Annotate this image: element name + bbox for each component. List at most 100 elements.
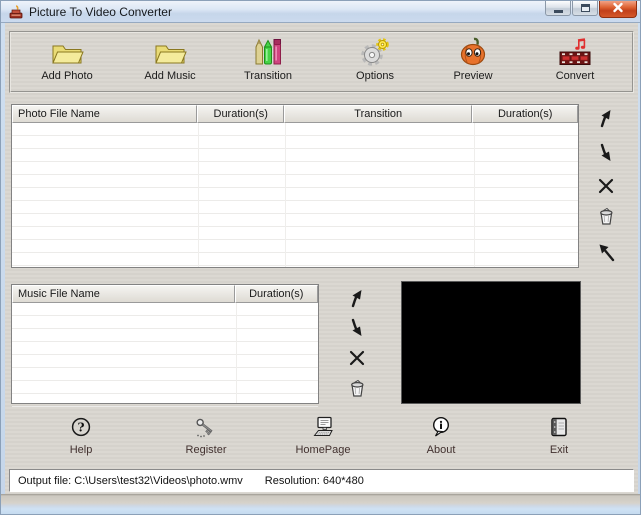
list-row: [12, 188, 578, 201]
folder-icon: [50, 36, 84, 68]
status-output-file: Output file: C:\Users\test32\Videos\phot…: [18, 475, 243, 487]
list-row: [12, 303, 318, 316]
column-separator: [198, 123, 199, 267]
list-row: [12, 214, 578, 227]
photo-move-top-button[interactable]: [594, 241, 618, 265]
exit-button[interactable]: Exit: [513, 415, 605, 467]
list-row: [12, 175, 578, 188]
titlebar[interactable]: Picture To Video Converter: [1, 1, 640, 23]
column-separator: [474, 123, 475, 267]
maximize-button[interactable]: [572, 1, 598, 16]
gears-icon: [359, 36, 391, 68]
photo-move-up-button[interactable]: [594, 107, 618, 131]
list-row: [12, 253, 578, 266]
command-label: Help: [70, 444, 93, 456]
help-button[interactable]: ? Help: [35, 415, 127, 467]
add-music-button[interactable]: Add Music: [128, 36, 212, 88]
column-header[interactable]: Duration(s): [197, 105, 284, 123]
list-row: [12, 149, 578, 162]
folder-icon: [153, 36, 187, 68]
app-window: Picture To Video Converter: [0, 0, 641, 515]
list-row: [12, 201, 578, 214]
delete-x-icon: [595, 175, 617, 200]
command-label: HomePage: [295, 444, 350, 456]
toolbar-label: Transition: [244, 70, 292, 82]
command-label: Exit: [550, 444, 568, 456]
add-photo-button[interactable]: Add Photo: [25, 36, 109, 88]
music-list: Music File Name Duration(s): [11, 284, 319, 404]
column-header[interactable]: Duration(s): [472, 105, 578, 123]
photo-delete-button[interactable]: [594, 175, 618, 199]
list-row: [12, 381, 318, 394]
pumpkin-icon: [457, 36, 489, 68]
command-label: About: [427, 444, 456, 456]
photo-list-header: Photo File Name Duration(s) Transition D…: [12, 105, 578, 123]
transition-button[interactable]: Transition: [226, 36, 310, 88]
about-button[interactable]: About: [395, 415, 487, 467]
list-row: [12, 136, 578, 149]
status-resolution: Resolution: 640*480: [265, 475, 364, 487]
music-delete-button[interactable]: [345, 347, 369, 371]
photo-list: Photo File Name Duration(s) Transition D…: [11, 104, 579, 268]
column-header[interactable]: Music File Name: [12, 285, 235, 303]
photo-move-down-button[interactable]: [594, 142, 618, 166]
toolbar: Add Photo Add Music: [9, 31, 634, 93]
list-row: [12, 394, 318, 407]
list-row: [12, 329, 318, 342]
convert-button[interactable]: Convert: [533, 36, 617, 88]
minimize-button[interactable]: [545, 1, 571, 16]
trash-icon: [595, 205, 617, 230]
toolbar-label: Convert: [556, 70, 595, 82]
book-icon: [548, 415, 570, 439]
close-icon: [612, 2, 624, 16]
list-row: [12, 123, 578, 136]
filmstrip-note-icon: [558, 36, 592, 68]
minimize-icon: [554, 10, 563, 13]
music-list-header: Music File Name Duration(s): [12, 285, 318, 303]
window-title: Picture To Video Converter: [29, 5, 172, 19]
close-button[interactable]: [599, 1, 637, 18]
trash-icon: [346, 377, 368, 402]
toolbar-label: Add Music: [144, 70, 195, 82]
list-row: [12, 240, 578, 253]
music-move-down-button[interactable]: [345, 317, 369, 341]
register-button[interactable]: Register: [160, 415, 252, 467]
computer-icon: [311, 415, 335, 439]
options-button[interactable]: Options: [333, 36, 417, 88]
music-move-up-button[interactable]: [345, 287, 369, 311]
delete-x-icon: [346, 347, 368, 372]
arrow-up-left-icon: [595, 241, 617, 266]
column-header[interactable]: Transition: [284, 105, 472, 123]
arrow-up-icon: [346, 287, 368, 312]
list-row: [12, 342, 318, 355]
column-header[interactable]: Duration(s): [235, 285, 318, 303]
client-area: Add Photo Add Music: [5, 23, 638, 494]
column-header[interactable]: Photo File Name: [12, 105, 197, 123]
window-frame-bottom: [1, 494, 640, 515]
toolbar-label: Options: [356, 70, 394, 82]
toolbar-label: Preview: [453, 70, 492, 82]
crayons-icon: [253, 36, 283, 68]
column-separator: [285, 123, 286, 267]
column-separator: [236, 303, 237, 403]
toolbar-label: Add Photo: [41, 70, 92, 82]
list-row: [12, 227, 578, 240]
info-balloon-icon: [430, 415, 452, 439]
photo-list-body[interactable]: [12, 123, 578, 267]
app-icon: [8, 4, 24, 20]
arrow-down-icon: [346, 317, 368, 342]
homepage-button[interactable]: HomePage: [277, 415, 369, 467]
question-circle-icon: ?: [70, 415, 92, 439]
key-icon: [194, 415, 218, 439]
maximize-icon: [581, 4, 590, 12]
arrow-up-icon: [595, 107, 617, 132]
list-row: [12, 355, 318, 368]
command-label: Register: [186, 444, 227, 456]
list-row: [12, 316, 318, 329]
preview-button[interactable]: Preview: [431, 36, 515, 88]
music-clear-button[interactable]: [345, 377, 369, 401]
music-list-body[interactable]: [12, 303, 318, 403]
photo-clear-button[interactable]: [594, 205, 618, 229]
arrow-down-icon: [595, 142, 617, 167]
preview-screen: [401, 281, 581, 404]
